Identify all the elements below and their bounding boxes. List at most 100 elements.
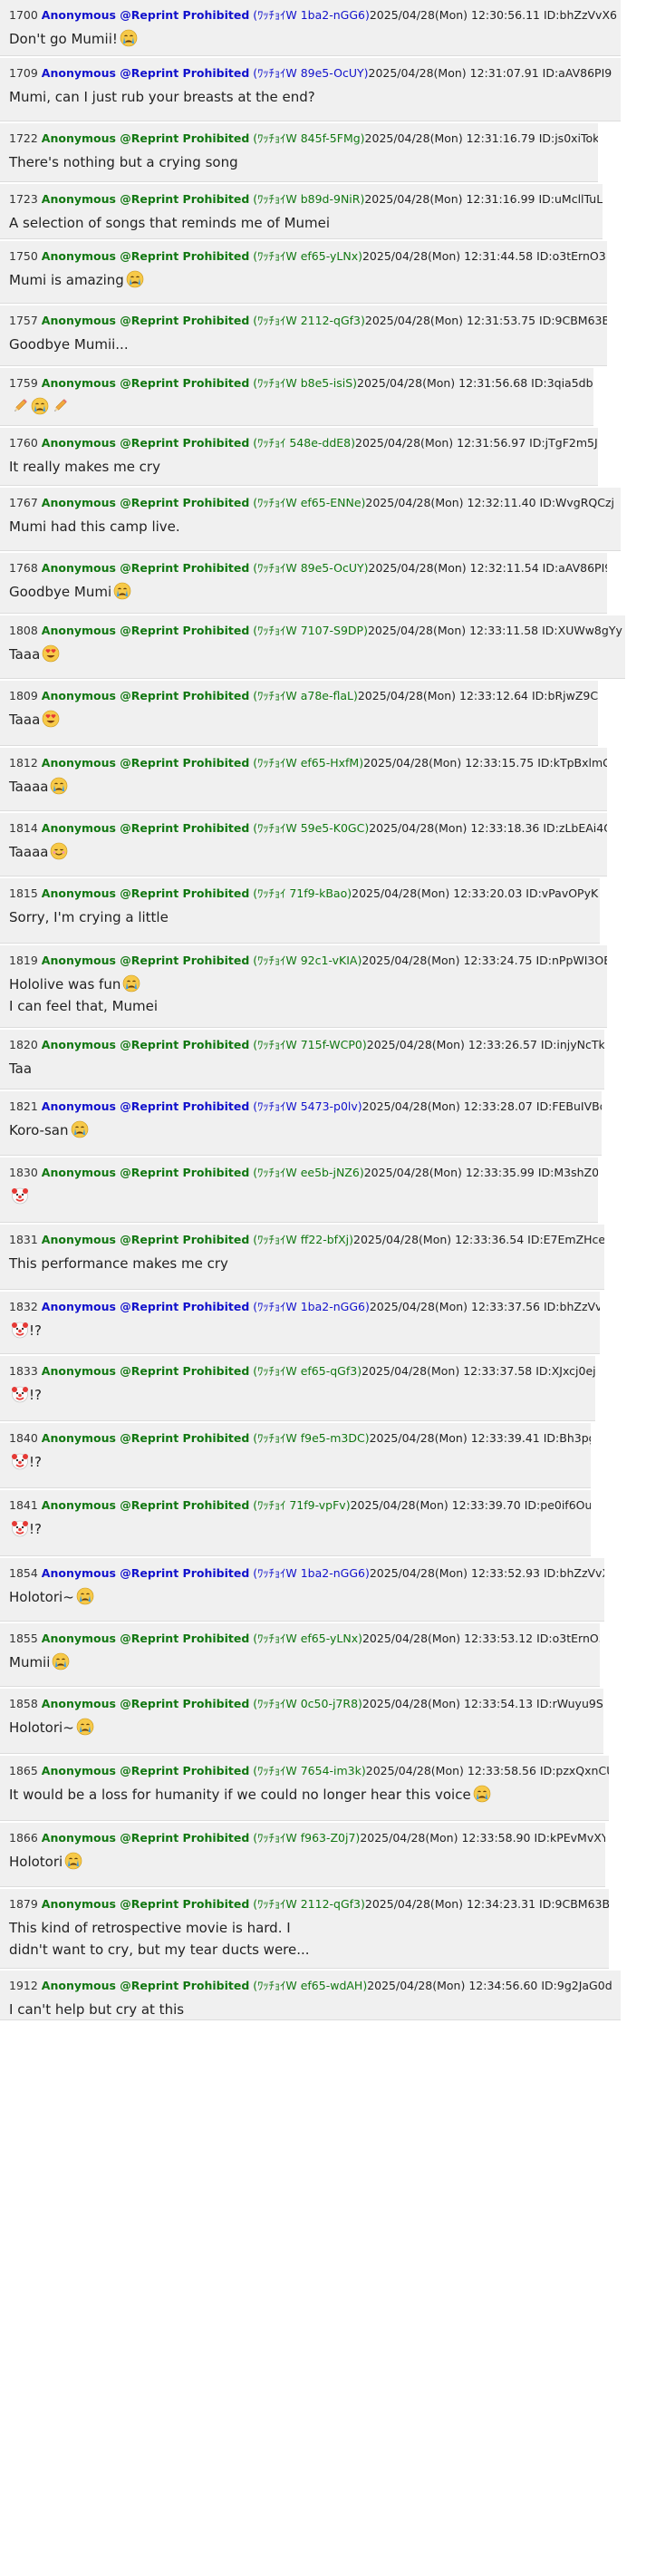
poster-id[interactable]: ID:kPEvMvXY [534,1831,605,1845]
poster-name[interactable]: Anonymous @Reprint Prohibited [42,1764,249,1777]
poster-name[interactable]: Anonymous @Reprint Prohibited [42,8,249,22]
poster-name[interactable]: Anonymous @Reprint Prohibited [42,624,249,637]
poster-name[interactable]: Anonymous @Reprint Prohibited [42,314,249,327]
poster-name[interactable]: Anonymous @Reprint Prohibited [42,886,249,900]
poster-id[interactable]: ID:injyNcTk [541,1038,604,1051]
poster-id[interactable]: ID:js0xiTok [539,131,598,145]
poster-id[interactable]: ID:9CBM63B9 [539,1897,609,1911]
poster-name[interactable]: Anonymous @Reprint Prohibited [42,1831,249,1845]
poster-id[interactable]: ID:Bh3pgtUe [544,1431,591,1445]
poster-name[interactable]: Anonymous @Reprint Prohibited [42,66,249,80]
poster-id[interactable]: ID:nPpWI3OB [535,954,607,967]
poster-id[interactable]: ID:aAV86PI9 [543,66,612,80]
post-number: 1815 [9,886,38,900]
poster-name[interactable]: Anonymous @Reprint Prohibited [42,1364,249,1378]
poster-trip: (ﾜｯﾁｮｲW 59e5-K0GC) [253,821,370,835]
poster-name[interactable]: Anonymous @Reprint Prohibited [42,1038,249,1051]
post-date: 2025/04/28(Mon) 12:34:23.31 [364,1897,536,1911]
poster-name[interactable]: Anonymous @Reprint Prohibited [42,1431,249,1445]
poster-name[interactable]: Anonymous @Reprint Prohibited [42,756,249,770]
poster-name[interactable]: Anonymous @Reprint Prohibited [42,249,249,263]
post: 1831 Anonymous @Reprint Prohibited (ﾜｯﾁｮ… [0,1225,604,1290]
poster-id[interactable]: ID:FEBuIVBd [536,1099,602,1113]
poster-name[interactable]: Anonymous @Reprint Prohibited [42,192,249,206]
poster-id[interactable]: ID:rWuyu9St [536,1697,603,1710]
poster-id[interactable]: ID:bhZzVvX6 [544,1300,600,1313]
post: 1821 Anonymous @Reprint Prohibited (ﾜｯﾁｮ… [0,1091,602,1156]
post: 1820 Anonymous @Reprint Prohibited (ﾜｯﾁｮ… [0,1030,604,1089]
post-body: Sorry, I'm crying a little [9,906,600,928]
poster-name[interactable]: Anonymous @Reprint Prohibited [42,376,249,390]
poster-trip: (ﾜｯﾁｮｲW 89e5-OcUY) [253,561,369,575]
post-text: I can feel that, Mumei [9,998,159,1014]
poster-id[interactable]: ID:aAV86PI9 [543,561,607,575]
post-date: 2025/04/28(Mon) 12:32:11.54 [368,561,539,575]
post-line: !? [9,1320,600,1341]
poster-name[interactable]: Anonymous @Reprint Prohibited [42,1897,249,1911]
poster-name[interactable]: Anonymous @Reprint Prohibited [42,1099,249,1113]
poster-name[interactable]: Anonymous @Reprint Prohibited [42,821,249,835]
post-number: 1865 [9,1764,38,1777]
post: 1750 Anonymous @Reprint Prohibited (ﾜｯﾁｮ… [0,241,607,304]
poster-id[interactable]: ID:E7EmZHce [527,1233,604,1246]
poster-id[interactable]: ID:WvgRQCzj [540,496,615,509]
poster-name[interactable]: Anonymous @Reprint Prohibited [42,1300,249,1313]
post-text: This performance makes me cry [9,1255,228,1272]
post-date: 2025/04/28(Mon) 12:31:56.68 [357,376,528,390]
post: 1808 Anonymous @Reprint Prohibited (ﾜｯﾁｮ… [0,615,625,679]
poster-name[interactable]: Anonymous @Reprint Prohibited [42,1697,249,1710]
poster-trip: (ﾜｯﾁｮｲW f963-Z0j7) [253,1831,361,1845]
poster-id[interactable]: ID:pzxQxnCU [540,1764,609,1777]
post-line: Mumi had this camp live. [9,516,621,537]
post-number: 1723 [9,192,38,206]
poster-id[interactable]: ID:9CBM63B9 [539,314,607,327]
poster-trip: (ﾜｯﾁｮｲW 89e5-OcUY) [253,66,369,80]
post: 1855 Anonymous @Reprint Prohibited (ﾜｯﾁｮ… [0,1623,600,1687]
post-body [9,396,593,418]
heart-eyes-face-icon [42,644,60,663]
poster-id[interactable]: ID:o3tErnO3 [536,249,606,263]
poster-id[interactable]: ID:bRjwZ9CD [532,689,598,702]
poster-id[interactable]: ID:pe0if6Ou [525,1498,591,1512]
poster-id[interactable]: ID:XJxcj0ej [535,1364,595,1378]
poster-id[interactable]: ID:o3tErnO3 [536,1632,600,1645]
post-line: Holotori [9,1851,605,1873]
post-text: Taaa [9,646,41,663]
poster-name[interactable]: Anonymous @Reprint Prohibited [42,1498,249,1512]
poster-name[interactable]: Anonymous @Reprint Prohibited [42,496,249,509]
poster-name[interactable]: Anonymous @Reprint Prohibited [42,954,249,967]
poster-name[interactable]: Anonymous @Reprint Prohibited [42,1566,249,1580]
poster-name[interactable]: Anonymous @Reprint Prohibited [42,436,249,450]
poster-id[interactable]: ID:3qia5db7 [531,376,593,390]
post-text: !? [29,1454,42,1470]
poster-name[interactable]: Anonymous @Reprint Prohibited [42,131,249,145]
poster-name[interactable]: Anonymous @Reprint Prohibited [42,1166,249,1179]
crying-face-icon [76,1587,94,1605]
poster-id[interactable]: ID:jTgF2m5J [529,436,598,450]
poster-trip: (ﾜｯﾁｮｲW f9e5-m3DC) [253,1431,370,1445]
crying-face-icon [31,397,49,415]
poster-id[interactable]: ID:kTpBxlmG [537,756,607,770]
poster-id[interactable]: ID:bhZzVvX6 [544,8,617,22]
poster-id[interactable]: ID:zLbEAi4Q [543,821,607,835]
post-text: !? [29,1322,42,1339]
poster-trip: (ﾜｯﾁｮｲW 1ba2-nGG6) [253,8,370,22]
post-number: 1830 [9,1166,38,1179]
poster-id[interactable]: ID:uMcllTuL [538,192,603,206]
poster-id[interactable]: ID:XUWw8gYy [542,624,622,637]
post-body: There's nothing but a crying song [9,151,598,173]
poster-trip: (ﾜｯﾁｮｲW 5473-p0lv) [253,1099,362,1113]
poster-id[interactable]: ID:M3shZ0NY [538,1166,598,1179]
post-body: Mumii [9,1651,600,1673]
poster-name[interactable]: Anonymous @Reprint Prohibited [42,1632,249,1645]
poster-name[interactable]: Anonymous @Reprint Prohibited [42,561,249,575]
poster-id[interactable]: ID:9g2JaG0d [541,1979,612,1992]
poster-name[interactable]: Anonymous @Reprint Prohibited [42,1979,249,1992]
post-number: 1819 [9,954,38,967]
poster-id[interactable]: ID:bhZzVvX6 [544,1566,604,1580]
post: 1833 Anonymous @Reprint Prohibited (ﾜｯﾁｮ… [0,1356,595,1421]
poster-name[interactable]: Anonymous @Reprint Prohibited [42,689,249,702]
poster-name[interactable]: Anonymous @Reprint Prohibited [42,1233,249,1246]
poster-id[interactable]: ID:vPavOPyK [525,886,598,900]
post-body: I can't help but cry at this [9,1999,621,2019]
